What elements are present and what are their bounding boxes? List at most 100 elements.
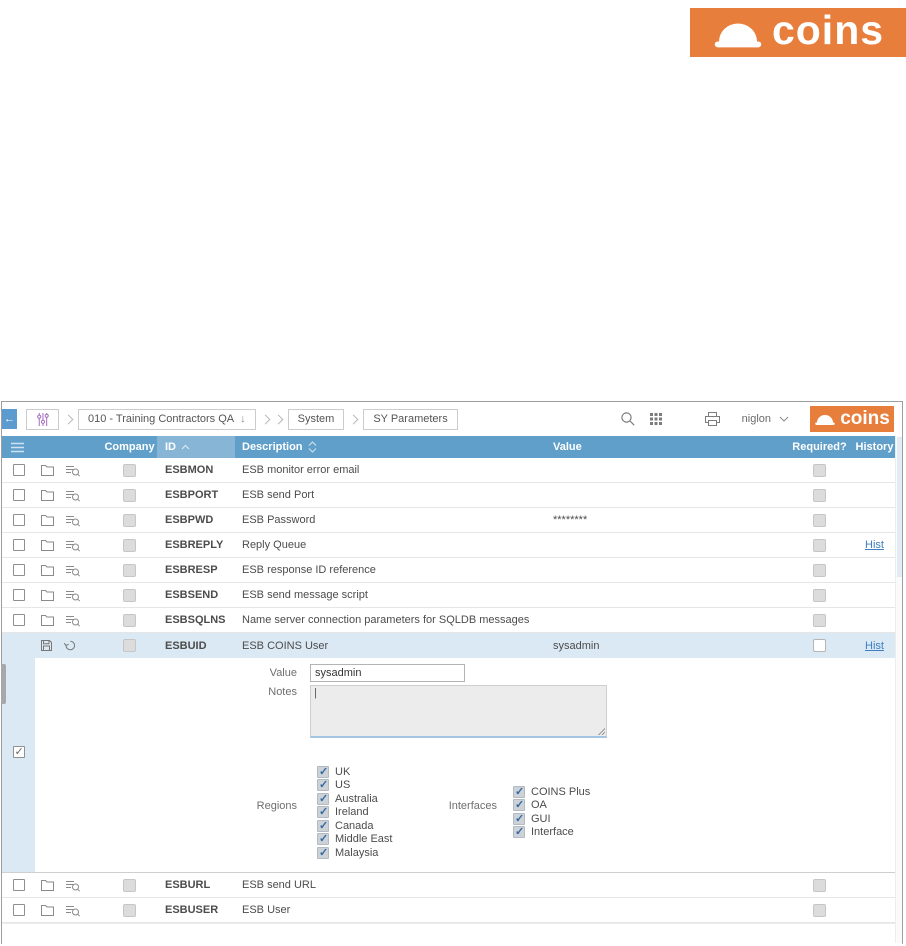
print-icon[interactable] — [704, 411, 721, 427]
undo-icon[interactable] — [63, 639, 77, 652]
folder-icon[interactable] — [40, 589, 55, 602]
detail-view-icon[interactable] — [65, 489, 81, 502]
detail-view-icon[interactable] — [65, 564, 81, 577]
arrow-down-icon: ↓ — [240, 413, 246, 425]
table-row: ESBUSER ESB User — [2, 898, 902, 923]
notes-textarea[interactable]: | — [310, 685, 607, 738]
panel-resize-handle[interactable] — [1, 664, 6, 704]
required-checkbox — [813, 903, 826, 917]
column-header-description[interactable]: Description — [235, 436, 542, 458]
folder-icon[interactable] — [40, 489, 55, 502]
folder-icon[interactable] — [40, 879, 55, 892]
value-label: Value — [269, 667, 297, 679]
region-checkbox-item[interactable]: Canada — [317, 819, 392, 833]
search-icon[interactable] — [620, 411, 636, 427]
folder-icon[interactable] — [40, 539, 55, 552]
column-header-id[interactable]: ID — [157, 436, 235, 458]
param-id: ESBSQLNS — [165, 614, 226, 626]
toolbar: ← 010 - Training Contractors QA ↓ System… — [2, 402, 902, 436]
scrollbar-thumb[interactable] — [897, 437, 902, 577]
checkbox-checked-icon[interactable] — [317, 805, 329, 819]
row-select-checkbox[interactable] — [12, 539, 25, 551]
column-header-required[interactable]: Required? — [792, 436, 847, 458]
row-select-checkbox[interactable] — [12, 879, 25, 891]
param-id: ESBPORT — [165, 489, 219, 501]
interface-checkbox-item[interactable]: COINS Plus — [513, 785, 590, 799]
required-checkbox[interactable] — [813, 639, 826, 652]
detail-view-icon[interactable] — [65, 589, 81, 602]
vertical-scrollbar[interactable] — [895, 436, 902, 943]
region-checkbox-item[interactable]: UK — [317, 765, 392, 779]
row-select-checkbox[interactable] — [12, 614, 25, 626]
folder-icon[interactable] — [40, 464, 55, 477]
interface-checkbox-item[interactable]: GUI — [513, 812, 590, 826]
detail-view-icon[interactable] — [65, 614, 81, 627]
interface-checkbox-item[interactable]: OA — [513, 798, 590, 813]
row-select-checkbox[interactable] — [12, 904, 25, 916]
value-input[interactable] — [310, 664, 465, 682]
param-id: ESBUID — [165, 639, 207, 652]
folder-icon[interactable] — [40, 614, 55, 627]
detail-view-icon[interactable] — [65, 464, 81, 477]
required-checkbox — [813, 613, 826, 627]
checkbox-checked-icon[interactable] — [513, 812, 525, 825]
region-label: Middle East — [335, 833, 393, 846]
breadcrumb: 010 - Training Contractors QA ↓ System S… — [26, 408, 458, 430]
back-button[interactable]: ← — [2, 409, 17, 429]
checkbox-checked-icon[interactable] — [513, 785, 525, 798]
checkbox-checked-icon[interactable] — [317, 819, 329, 832]
hamburger-menu-icon[interactable] — [10, 442, 25, 453]
required-checkbox — [813, 488, 826, 502]
region-checkbox-item[interactable]: Australia — [317, 792, 392, 806]
column-header-description-label: Description — [242, 441, 303, 453]
coins-logo: coins — [690, 8, 906, 57]
save-icon[interactable] — [40, 639, 53, 652]
checkbox-checked-icon[interactable] — [317, 846, 329, 859]
header-menu-cell[interactable] — [2, 436, 35, 458]
user-menu[interactable]: niglon — [742, 413, 789, 425]
region-checkbox-item[interactable]: US — [317, 778, 392, 793]
breadcrumb-page[interactable]: SY Parameters — [363, 408, 458, 430]
hist-link[interactable]: Hist — [865, 539, 884, 551]
row-select-checkbox[interactable] — [12, 514, 25, 526]
checkbox-checked-icon[interactable] — [513, 825, 525, 839]
region-checkbox-item[interactable]: Malaysia — [317, 846, 392, 860]
checkbox-checked-icon[interactable] — [317, 792, 329, 805]
checkbox-checked-icon[interactable] — [317, 765, 329, 778]
required-checkbox — [813, 463, 826, 477]
row-select-checkbox[interactable] — [12, 564, 25, 576]
checkbox-checked-icon[interactable] — [317, 832, 329, 846]
region-label: Ireland — [335, 806, 369, 819]
detail-view-icon[interactable] — [65, 539, 81, 552]
expanded-row-checkbox[interactable] — [12, 745, 25, 758]
breadcrumb-company[interactable]: 010 - Training Contractors QA ↓ — [78, 408, 256, 430]
resize-grip-icon[interactable] — [598, 728, 605, 735]
checkbox-checked-icon[interactable] — [317, 778, 329, 792]
detail-view-icon[interactable] — [65, 514, 81, 527]
region-checkbox-item[interactable]: Ireland — [317, 805, 392, 820]
row-select-checkbox[interactable] — [12, 489, 25, 501]
parameter-form: Value Notes | Regions UK US Australia Ir… — [35, 658, 902, 872]
column-header-value[interactable]: Value — [542, 436, 792, 458]
detail-view-icon[interactable] — [65, 904, 81, 917]
folder-icon[interactable] — [40, 514, 55, 527]
folder-icon[interactable] — [40, 564, 55, 577]
detail-view-icon[interactable] — [65, 879, 81, 892]
breadcrumb-module[interactable]: System — [287, 408, 345, 430]
region-checkbox-item[interactable]: Middle East — [317, 832, 393, 847]
column-header-history[interactable]: History — [847, 436, 902, 458]
grid-view-icon[interactable] — [649, 412, 663, 426]
row-select-checkbox[interactable] — [12, 464, 25, 476]
column-header-company[interactable]: Company — [102, 436, 157, 458]
folder-icon[interactable] — [40, 904, 55, 917]
breadcrumb-page-label: SY Parameters — [373, 413, 448, 425]
table-row: ESBREPLY Reply Queue Hist — [2, 533, 902, 558]
param-id: ESBREPLY — [165, 539, 224, 551]
interface-checkbox-item[interactable]: Interface — [513, 825, 590, 840]
user-name: niglon — [741, 413, 771, 425]
hist-link[interactable]: Hist — [865, 640, 884, 652]
param-description: ESB response ID reference — [242, 564, 376, 576]
row-select-checkbox[interactable] — [12, 589, 25, 601]
filter-button[interactable] — [26, 408, 59, 430]
checkbox-checked-icon[interactable] — [513, 798, 525, 812]
